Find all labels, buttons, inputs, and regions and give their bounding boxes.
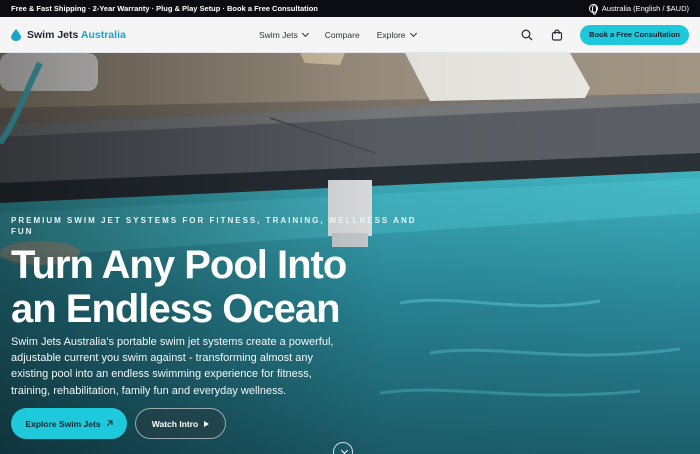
hero-section: PREMIUM SWIM JET SYSTEMS FOR FITNESS, TR… [0, 53, 700, 454]
explore-swim-jets-button[interactable]: Explore Swim Jets [11, 408, 127, 439]
hero-eyebrow: PREMIUM SWIM JET SYSTEMS FOR FITNESS, TR… [11, 216, 417, 236]
play-icon [204, 420, 210, 427]
hero-headline: Turn Any Pool Into an Endless Ocean [11, 243, 431, 331]
headline-line-2: an Endless Ocean [11, 287, 341, 331]
hero-subtext: Swim Jets Australia's portable swim jet … [11, 336, 334, 397]
nav-item-explore[interactable]: Explore [376, 29, 417, 40]
chevron-down-icon [340, 446, 348, 454]
site-header: Swim Jets Australia Swim Jets Compare Ex… [0, 17, 700, 53]
watch-intro-label: Watch Intro [151, 418, 199, 429]
arrow-up-right-icon [106, 420, 113, 427]
brand-accent: Australia [80, 28, 126, 41]
nav-item-compare[interactable]: Compare [325, 30, 360, 40]
cart-icon[interactable] [550, 28, 564, 42]
search-icon[interactable] [520, 28, 534, 42]
locale-label: Australia (English / $AUD) [601, 4, 689, 13]
explore-button-label: Explore Swim Jets [25, 418, 101, 429]
water-drop-icon [11, 28, 21, 41]
brand-logo[interactable]: Swim Jets Australia [11, 28, 241, 41]
headline-line-1: Turn Any Pool Into [11, 243, 347, 287]
chevron-down-icon [409, 29, 417, 37]
main-nav: Swim Jets Compare Explore [259, 29, 417, 40]
book-consultation-button[interactable]: Book a Free Consultation [580, 24, 689, 45]
locale-selector[interactable]: Australia (English / $AUD) [588, 4, 689, 15]
nav-label: Swim Jets [259, 29, 298, 40]
globe-icon [588, 4, 598, 15]
announcement-bar: Free & Fast Shipping · 2-Year Warranty ·… [0, 0, 700, 17]
nav-label: Compare [324, 29, 360, 40]
nav-label: Explore [376, 29, 406, 40]
watch-intro-button[interactable]: Watch Intro [135, 408, 226, 439]
announcement-text: Free & Fast Shipping · 2-Year Warranty ·… [11, 4, 318, 13]
nav-item-swim-jets[interactable]: Swim Jets [259, 29, 309, 40]
brand-name: Swim Jets [27, 28, 79, 41]
chevron-down-icon [301, 29, 309, 37]
